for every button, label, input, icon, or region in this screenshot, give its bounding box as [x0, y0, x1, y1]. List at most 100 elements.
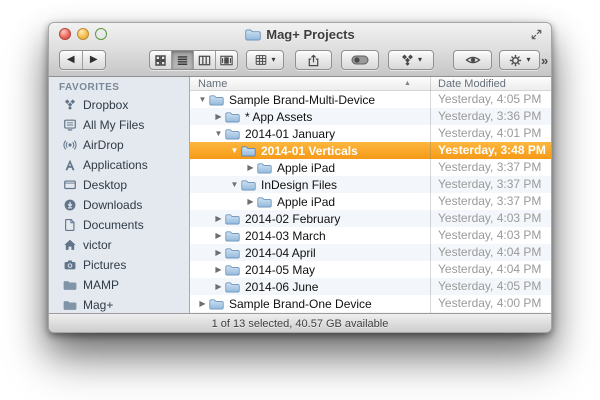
forward-button[interactable]: ▶: [83, 51, 105, 69]
table-row[interactable]: ▼ InDesign Files Yesterday, 3:37 PM: [190, 176, 551, 193]
file-name: Sample Brand-One Device: [229, 296, 372, 311]
file-name: Sample Brand-Multi-Device: [229, 92, 376, 107]
fullscreen-arrows-icon[interactable]: [530, 28, 543, 41]
coverflow-view-button[interactable]: [216, 51, 237, 69]
close-button[interactable]: [59, 28, 71, 40]
sidebar-item-label: Pictures: [83, 258, 127, 272]
disclosure-triangle[interactable]: ▶: [212, 265, 225, 274]
date-modified: Yesterday, 4:05 PM: [438, 279, 542, 293]
sidebar-item-documents[interactable]: Documents: [49, 215, 189, 235]
window-chrome: Mag+ Projects ◀ ▶ ▾ ▾ ▾ »: [49, 23, 551, 77]
share-button[interactable]: [295, 50, 332, 70]
disclosure-triangle[interactable]: ▶: [196, 299, 209, 308]
eye-icon: [464, 56, 481, 64]
disclosure-triangle[interactable]: ▶: [212, 248, 225, 257]
folder-icon: [225, 264, 240, 275]
back-button[interactable]: ◀: [60, 51, 83, 69]
view-switcher: [149, 50, 238, 70]
quick-look-button[interactable]: [453, 50, 492, 70]
table-row[interactable]: ▶ 2014-06 June Yesterday, 4:05 PM: [190, 278, 551, 295]
file-name: 2014-01 January: [245, 126, 336, 141]
file-name: 2014-04 April: [245, 245, 316, 260]
disclosure-triangle[interactable]: ▶: [244, 163, 257, 172]
column-header-name[interactable]: Name: [198, 78, 227, 90]
disclosure-triangle[interactable]: ▶: [244, 197, 257, 206]
desktop-icon: [62, 178, 77, 193]
disclosure-triangle[interactable]: ▶: [212, 231, 225, 240]
sidebar-item-mag-plus[interactable]: Mag+: [49, 295, 189, 313]
file-list: Name ▲ Date Modified ▼ Sample Brand-Mult…: [190, 77, 551, 313]
disclosure-triangle[interactable]: ▼: [196, 95, 209, 104]
window-content: FAVORITES Dropbox All My Files AirDrop A…: [49, 77, 551, 313]
disclosure-triangle[interactable]: ▶: [212, 214, 225, 223]
file-name: Apple iPad: [277, 194, 336, 209]
table-row[interactable]: ▶ 2014-05 May Yesterday, 4:04 PM: [190, 261, 551, 278]
coverflow-view-icon: [220, 55, 233, 65]
disclosure-triangle[interactable]: ▼: [212, 129, 225, 138]
downloads-icon: [62, 198, 77, 213]
back-arrow-icon: ◀: [66, 54, 75, 65]
sidebar-item-mamp[interactable]: MAMP: [49, 275, 189, 295]
toolbar-overflow-button[interactable]: »: [541, 53, 548, 68]
sidebar-item-label: Dropbox: [83, 98, 129, 112]
dropdown-arrow-icon: ▾: [271, 55, 276, 64]
title-bar[interactable]: Mag+ Projects: [49, 23, 551, 45]
list-view-button[interactable]: [172, 51, 194, 69]
finder-window: Mag+ Projects ◀ ▶ ▾ ▾ ▾ » FAVORITES Drop…: [48, 22, 552, 333]
disclosure-triangle[interactable]: ▼: [228, 180, 241, 189]
table-row[interactable]: ▶ 2014-02 February Yesterday, 4:03 PM: [190, 210, 551, 227]
action-button[interactable]: ▾: [499, 50, 540, 70]
window-controls: [59, 28, 107, 40]
sidebar-item-pictures[interactable]: Pictures: [49, 255, 189, 275]
sidebar-item-label: MAMP: [83, 278, 119, 292]
folder-icon: [257, 196, 272, 207]
table-row[interactable]: ▶ 2014-03 March Yesterday, 4:03 PM: [190, 227, 551, 244]
window-title: Mag+ Projects: [245, 27, 355, 42]
minimize-button[interactable]: [77, 28, 89, 40]
icon-view-button[interactable]: [150, 51, 172, 69]
table-row[interactable]: ▼ 2014-01 January Yesterday, 4:01 PM: [190, 125, 551, 142]
table-row[interactable]: ▶ * App Assets Yesterday, 3:36 PM: [190, 108, 551, 125]
arrange-button[interactable]: ▾: [246, 50, 284, 70]
zoom-button[interactable]: [95, 28, 107, 40]
toggle-pill-button[interactable]: [341, 50, 379, 70]
date-modified: Yesterday, 4:01 PM: [438, 126, 542, 140]
sidebar-item-victor[interactable]: victor: [49, 235, 189, 255]
column-header-date-modified[interactable]: Date Modified: [438, 78, 506, 90]
file-name: 2014-03 March: [245, 228, 326, 243]
table-row[interactable]: ▼ Sample Brand-Multi-Device Yesterday, 4…: [190, 91, 551, 108]
date-modified: Yesterday, 4:04 PM: [438, 245, 542, 259]
folder-icon: [225, 128, 240, 139]
arrange-grid-icon: [256, 55, 267, 65]
table-row-selected[interactable]: ▼ 2014-01 Verticals Yesterday, 3:48 PM: [190, 142, 551, 159]
disclosure-triangle[interactable]: ▼: [228, 146, 241, 155]
column-view-button[interactable]: [194, 51, 216, 69]
table-row[interactable]: ▶ Apple iPad Yesterday, 3:37 PM: [190, 193, 551, 210]
date-modified: Yesterday, 3:37 PM: [438, 194, 542, 208]
disclosure-triangle[interactable]: ▶: [212, 112, 225, 121]
airdrop-icon: [62, 138, 77, 153]
dropbox-button[interactable]: ▾: [388, 50, 434, 70]
sidebar-item-label: Applications: [83, 158, 148, 172]
file-name: 2014-01 Verticals: [261, 143, 358, 158]
disclosure-triangle[interactable]: ▶: [212, 282, 225, 291]
sidebar-item-applications[interactable]: Applications: [49, 155, 189, 175]
nav-buttons: ◀ ▶: [59, 50, 106, 70]
table-row[interactable]: ▶ Apple iPad Yesterday, 3:37 PM: [190, 159, 551, 176]
column-divider[interactable]: [430, 77, 431, 313]
sidebar-section-label: FAVORITES: [59, 82, 120, 93]
sidebar-item-all-my-files[interactable]: All My Files: [49, 115, 189, 135]
table-row[interactable]: ▶ Sample Brand-One Device Yesterday, 4:0…: [190, 295, 551, 312]
table-row[interactable]: ▶ 2014-04 April Yesterday, 4:04 PM: [190, 244, 551, 261]
sidebar-item-dropbox[interactable]: Dropbox: [49, 95, 189, 115]
sidebar-item-downloads[interactable]: Downloads: [49, 195, 189, 215]
forward-arrow-icon: ▶: [89, 54, 98, 65]
date-modified: Yesterday, 4:03 PM: [438, 211, 542, 225]
sidebar-item-desktop[interactable]: Desktop: [49, 175, 189, 195]
list-view-icon: [177, 55, 188, 65]
sort-ascending-icon: ▲: [404, 80, 411, 87]
date-modified: Yesterday, 3:37 PM: [438, 160, 542, 174]
sidebar-item-label: Downloads: [83, 198, 143, 212]
dropbox-icon: [62, 98, 77, 113]
sidebar-item-airdrop[interactable]: AirDrop: [49, 135, 189, 155]
